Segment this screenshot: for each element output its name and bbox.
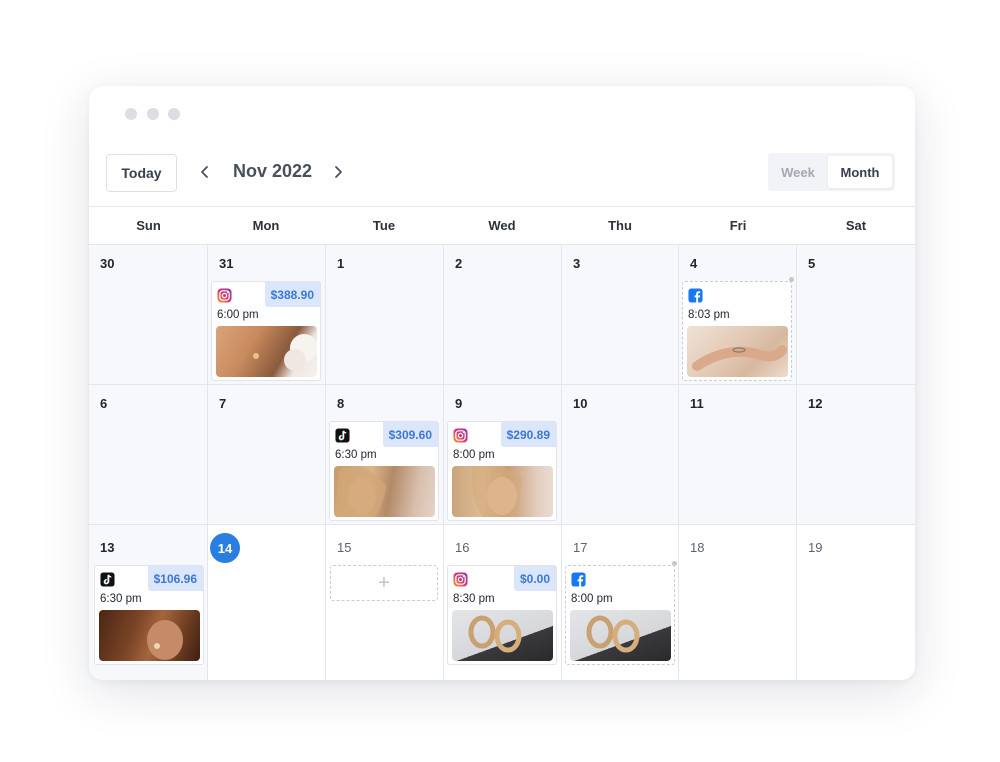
post-price-badge: $388.90	[264, 282, 320, 307]
day-cell[interactable]: 7	[208, 385, 326, 525]
scheduled-post-card[interactable]: $290.89 8:00 pm	[447, 421, 557, 521]
weekday-header: Sun Mon Tue Wed Thu Fri Sat	[89, 206, 915, 245]
day-number: 11	[690, 396, 704, 411]
facebook-icon	[688, 288, 703, 303]
post-time: 8:00 pm	[571, 593, 613, 605]
day-cell[interactable]: 19	[797, 525, 915, 680]
day-number: 7	[219, 396, 227, 411]
tiktok-icon	[100, 572, 115, 587]
day-number: 31	[219, 256, 234, 271]
post-price-badge: $290.89	[500, 422, 556, 447]
facebook-icon	[571, 572, 586, 587]
day-cell[interactable]: 30	[89, 245, 208, 385]
day-number: 2	[455, 256, 463, 271]
weekday-label: Sat	[845, 218, 867, 233]
day-number: 3	[573, 256, 581, 271]
next-month-button[interactable]	[329, 162, 347, 182]
post-thumbnail-image	[687, 326, 788, 377]
post-price-badge: $106.96	[147, 566, 203, 591]
scheduled-post-card[interactable]: $0.00 8:30 pm	[447, 565, 557, 665]
day-number: 9	[455, 396, 463, 411]
post-time: 6:30 pm	[335, 449, 377, 461]
day-number: 12	[808, 396, 823, 411]
day-cell[interactable]: 2	[444, 245, 562, 385]
day-cell[interactable]: 13 $106.96 6:30 pm	[89, 525, 208, 680]
current-month-label: Nov 2022	[233, 161, 313, 181]
day-cell[interactable]: 5	[797, 245, 915, 385]
day-number: 15	[337, 540, 352, 555]
today-date-badge: 14	[210, 533, 240, 563]
post-thumbnail-image	[216, 326, 317, 377]
post-price-badge: $0.00	[513, 566, 556, 591]
weekday-label: Mon	[252, 218, 280, 233]
day-cell[interactable]: 12	[797, 385, 915, 525]
post-thumbnail-image	[570, 610, 671, 661]
weekday-label: Fri	[729, 218, 747, 233]
day-cell[interactable]: 8 $309.60 6:30 pm	[326, 385, 444, 525]
month-view-tab[interactable]: Month	[828, 156, 892, 188]
post-time: 6:00 pm	[217, 309, 259, 321]
day-number: 10	[573, 396, 588, 411]
tiktok-icon	[335, 428, 350, 443]
day-number: 8	[337, 396, 345, 411]
post-thumbnail-image	[452, 466, 553, 517]
post-price-badge: $309.60	[382, 422, 438, 447]
day-cell[interactable]: 15 +	[326, 525, 444, 680]
calendar-window: Today Nov 2022 Week Month Sun Mon Tue We…	[89, 86, 915, 680]
post-time: 8:30 pm	[453, 593, 495, 605]
post-time: 6:30 pm	[100, 593, 142, 605]
draft-post-card[interactable]: 8:03 pm	[682, 281, 792, 381]
day-number: 13	[100, 540, 115, 555]
day-number: 18	[690, 540, 705, 555]
day-number: 5	[808, 256, 816, 271]
today-button[interactable]: Today	[106, 154, 177, 192]
day-cell[interactable]: 3	[562, 245, 679, 385]
weekday-label: Sun	[136, 218, 161, 233]
day-cell[interactable]: 16 $0.00 8:30 pm	[444, 525, 562, 680]
day-cell[interactable]: 31 $388.90 6:00 pm	[208, 245, 326, 385]
window-dot-close[interactable]	[125, 108, 137, 120]
window-dot-minimize[interactable]	[147, 108, 159, 120]
weekday-label: Wed	[488, 218, 516, 233]
day-cell[interactable]: 18	[679, 525, 797, 680]
draft-post-card[interactable]: 8:00 pm	[565, 565, 675, 665]
day-number: 6	[100, 396, 108, 411]
add-post-button[interactable]: +	[330, 565, 438, 601]
scheduled-post-card[interactable]: $106.96 6:30 pm	[94, 565, 204, 665]
instagram-icon	[453, 428, 468, 443]
day-number: 16	[455, 540, 470, 555]
prev-month-button[interactable]	[196, 162, 214, 182]
day-cell[interactable]: 1	[326, 245, 444, 385]
chevron-right-icon	[335, 166, 342, 178]
day-cell[interactable]: 4 8:03 pm	[679, 245, 797, 385]
day-number: 30	[100, 256, 115, 271]
day-number: 17	[573, 540, 588, 555]
day-cell[interactable]: 9 $290.89 8:00 pm	[444, 385, 562, 525]
day-cell[interactable]: 17 8:00 pm	[562, 525, 679, 680]
scheduled-post-card[interactable]: $388.90 6:00 pm	[211, 281, 321, 381]
window-dot-maximize[interactable]	[168, 108, 180, 120]
view-toggle: Week Month	[768, 153, 895, 191]
instagram-icon	[217, 288, 232, 303]
day-number: 1	[337, 256, 345, 271]
post-time: 8:03 pm	[688, 309, 730, 321]
draft-indicator-dot	[672, 561, 677, 566]
scheduled-post-card[interactable]: $309.60 6:30 pm	[329, 421, 439, 521]
post-thumbnail-image	[452, 610, 553, 661]
chevron-left-icon	[201, 166, 208, 178]
day-cell[interactable]: 10	[562, 385, 679, 525]
weekday-label: Thu	[608, 218, 632, 233]
instagram-icon	[453, 572, 468, 587]
week-view-tab[interactable]: Week	[768, 153, 828, 191]
day-cell[interactable]: 6	[89, 385, 208, 525]
day-number: 4	[690, 256, 698, 271]
draft-indicator-dot	[789, 277, 794, 282]
weekday-label: Tue	[372, 218, 396, 233]
day-cell[interactable]: 11	[679, 385, 797, 525]
post-time: 8:00 pm	[453, 449, 495, 461]
post-thumbnail-image	[99, 610, 200, 661]
day-number: 19	[808, 540, 823, 555]
day-cell[interactable]: 14	[208, 525, 326, 680]
post-thumbnail-image	[334, 466, 435, 517]
